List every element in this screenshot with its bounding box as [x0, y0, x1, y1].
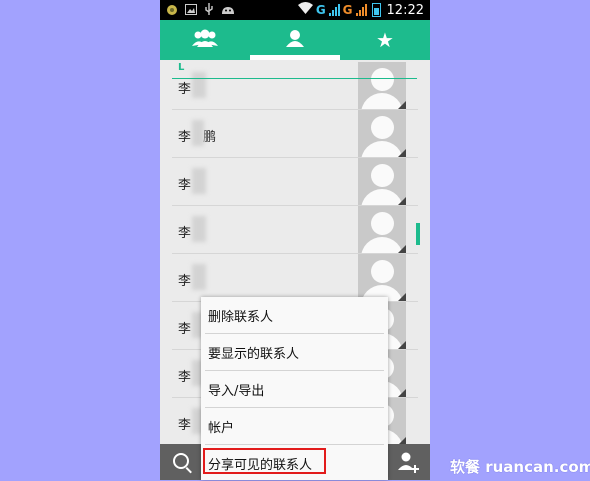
highlight-box — [203, 448, 326, 474]
watermark: 软餐 ruancan.com — [450, 458, 590, 476]
list-item[interactable]: 李 — [160, 158, 418, 206]
list-item[interactable]: 李鹏 — [160, 110, 418, 158]
contact-surname: 李 — [178, 130, 192, 145]
list-item[interactable]: 李 — [160, 206, 418, 254]
section-header-letter: L — [178, 62, 185, 73]
blurred-name — [192, 168, 206, 194]
scrollbar-thumb[interactable] — [416, 223, 420, 245]
options-menu: 删除联系人 要显示的联系人 导入/导出 帐户 分享可见的联系人 — [201, 297, 388, 480]
wifi-icon — [297, 2, 313, 18]
network-type-1: G — [315, 3, 326, 17]
menu-item-import-export[interactable]: 导入/导出 — [201, 371, 388, 407]
star-icon: ★ — [376, 28, 394, 52]
groups-icon — [192, 29, 218, 51]
tab-groups[interactable] — [160, 20, 250, 60]
signal-1-icon — [328, 4, 340, 16]
contact-given-name: 鹏 — [203, 130, 217, 145]
app-icon — [166, 4, 178, 20]
contact-surname: 李 — [178, 226, 192, 241]
contact-surname: 李 — [178, 178, 192, 193]
status-bar: G G 12:22 — [160, 0, 430, 20]
menu-item-accounts[interactable]: 帐户 — [201, 408, 388, 444]
clock: 12:22 — [386, 2, 424, 18]
avatar[interactable] — [358, 158, 406, 205]
avatar[interactable] — [358, 62, 406, 109]
avatar[interactable] — [358, 254, 406, 301]
contact-surname: 李 — [178, 370, 192, 385]
tab-favorites[interactable]: ★ — [340, 20, 430, 60]
tab-bar: ★ — [160, 20, 430, 60]
tab-contacts[interactable] — [250, 20, 340, 60]
network-type-2: G — [342, 3, 353, 17]
add-contact-icon[interactable] — [398, 452, 420, 474]
battery-icon — [371, 3, 381, 17]
list-item[interactable]: 李 — [160, 62, 418, 110]
section-divider — [172, 78, 417, 79]
blurred-name — [192, 72, 206, 98]
android-icon — [221, 4, 235, 19]
menu-item-contacts-to-display[interactable]: 要显示的联系人 — [201, 334, 388, 370]
blurred-name — [192, 120, 204, 146]
avatar[interactable] — [358, 206, 406, 253]
blurred-name — [192, 264, 206, 290]
avatar[interactable] — [358, 110, 406, 157]
menu-item-delete-contacts[interactable]: 删除联系人 — [201, 297, 388, 333]
search-icon[interactable] — [173, 453, 189, 469]
list-item[interactable]: 李 — [160, 254, 418, 302]
contact-surname: 李 — [178, 322, 192, 337]
blurred-name — [192, 216, 206, 242]
usb-icon — [204, 3, 214, 20]
signal-2-icon — [355, 4, 367, 16]
person-icon — [286, 29, 304, 51]
image-icon — [185, 4, 197, 19]
contact-surname: 李 — [178, 274, 192, 289]
contact-surname: 李 — [178, 418, 192, 433]
contact-surname: 李 — [178, 82, 192, 97]
